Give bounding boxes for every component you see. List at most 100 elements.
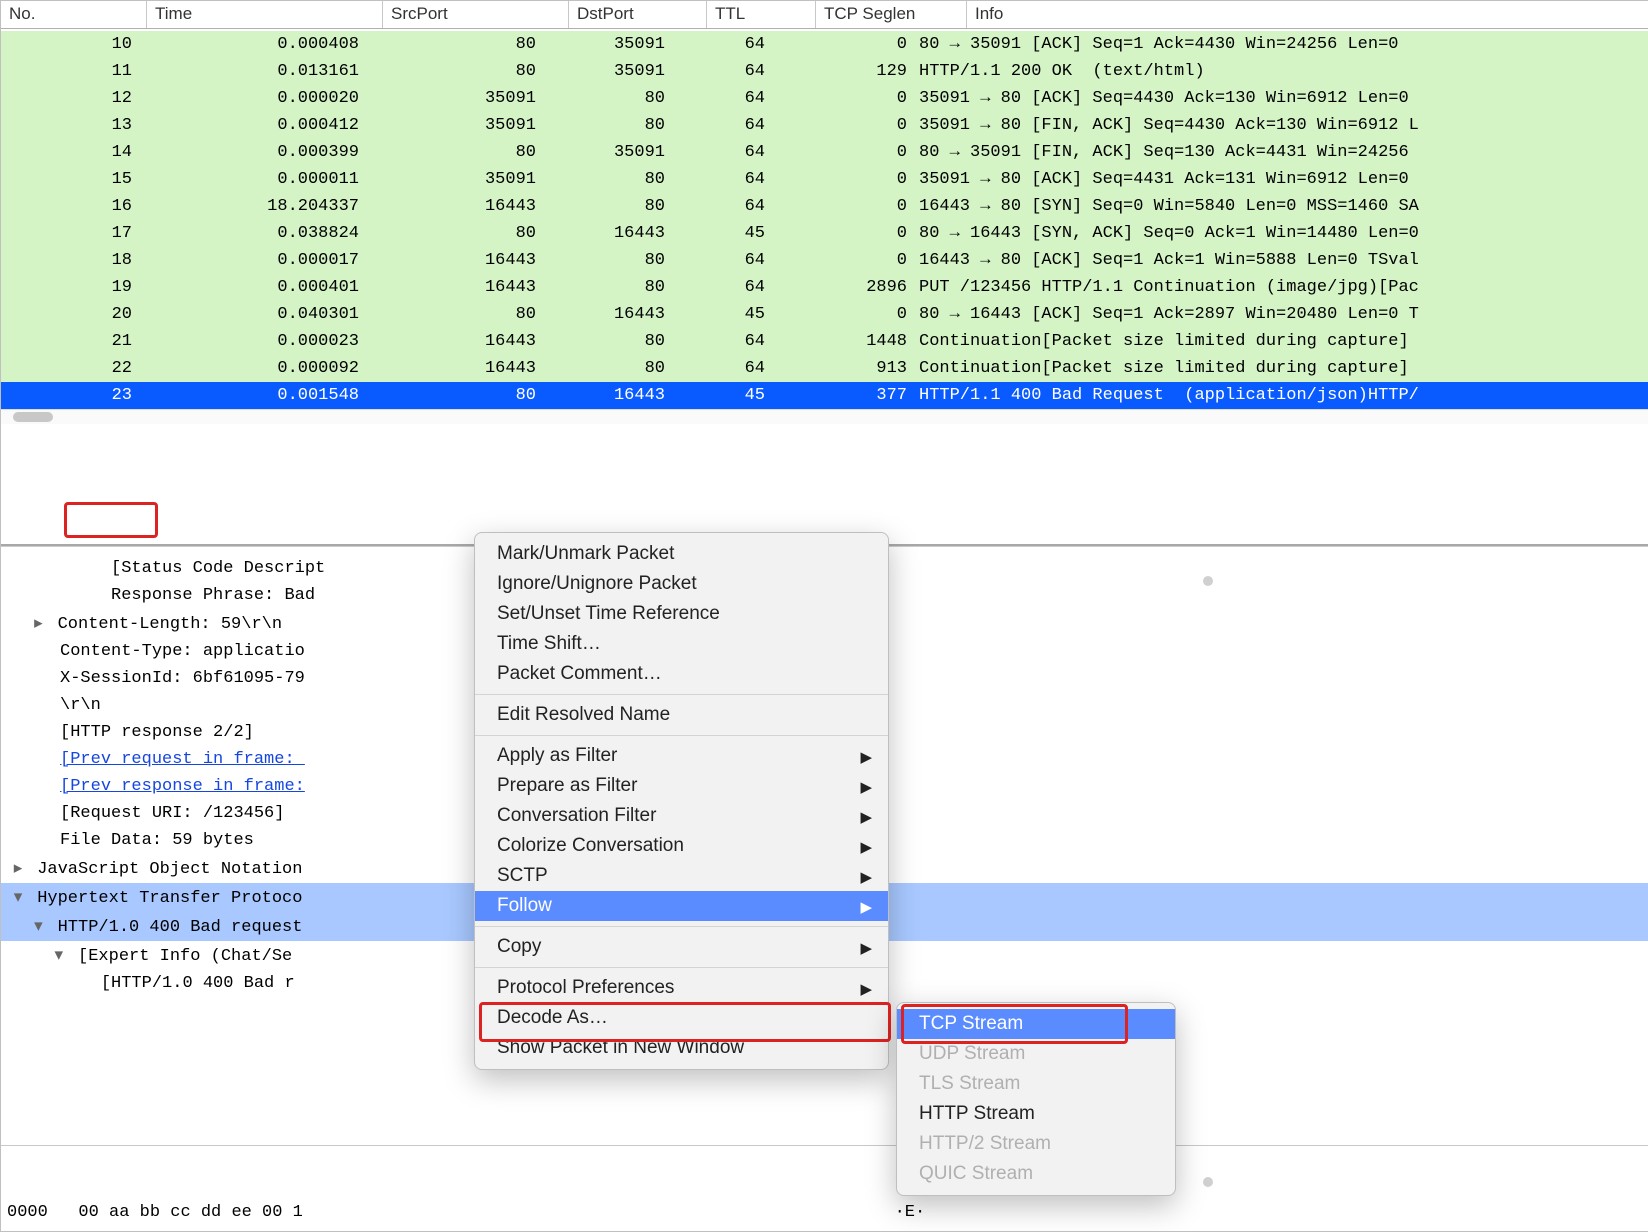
- packet-row[interactable]: 120.000020350918064035091 → 80 [ACK] Seq…: [1, 85, 1648, 112]
- cell: 0: [771, 301, 913, 328]
- cell: 16443 → 80 [SYN] Seq=0 Win=5840 Len=0 MS…: [913, 193, 1648, 220]
- col-no[interactable]: No.: [1, 1, 147, 28]
- menu-separator: [475, 735, 888, 736]
- horizontal-scrollbar[interactable]: [1, 409, 1648, 424]
- menu-protocol-preferences[interactable]: Protocol Preferences▶: [475, 973, 888, 1003]
- cell: 0.001548: [138, 382, 365, 409]
- col-src[interactable]: SrcPort: [383, 1, 569, 28]
- cell: 64: [671, 328, 771, 355]
- prev-request-link[interactable]: [Prev request in frame:: [60, 750, 305, 769]
- cell: 2896: [771, 274, 913, 301]
- submenu-tcp-stream[interactable]: TCP Stream: [897, 1009, 1175, 1039]
- splitter-handle[interactable]: [1203, 1177, 1213, 1187]
- cell: 64: [671, 193, 771, 220]
- submenu-http-stream[interactable]: HTTP Stream: [897, 1099, 1175, 1129]
- packet-row[interactable]: 100.000408803509164080 → 35091 [ACK] Seq…: [1, 31, 1648, 58]
- menu-separator: [475, 926, 888, 927]
- wireshark-window: No. Time SrcPort DstPort TTL TCP Seglen …: [0, 0, 1648, 1232]
- cell: 64: [671, 355, 771, 382]
- collapse-icon[interactable]: ▾: [29, 912, 47, 939]
- menu-packet-comment[interactable]: Packet Comment…: [475, 659, 888, 689]
- cell: 0: [771, 85, 913, 112]
- packet-row[interactable]: 150.000011350918064035091 → 80 [ACK] Seq…: [1, 166, 1648, 193]
- col-info[interactable]: Info: [967, 1, 1648, 28]
- cell: 19: [1, 274, 138, 301]
- cell: 20: [1, 301, 138, 328]
- expand-icon[interactable]: ▸: [9, 854, 27, 881]
- hex-pane[interactable]: 0000 00 aa bb cc dd ee 00 1 ·E· 0010 01 …: [1, 1145, 1648, 1232]
- col-seg[interactable]: TCP Seglen: [816, 1, 967, 28]
- packet-row[interactable]: 210.0000231644380641448Continuation[Pack…: [1, 328, 1648, 355]
- menu-conversation-filter[interactable]: Conversation Filter▶: [475, 801, 888, 831]
- col-ttl[interactable]: TTL: [707, 1, 816, 28]
- menu-colorize-conversation[interactable]: Colorize Conversation▶: [475, 831, 888, 861]
- cell: 0.000408: [138, 31, 365, 58]
- menu-set-time-reference[interactable]: Set/Unset Time Reference: [475, 599, 888, 629]
- cell: 16443: [365, 274, 542, 301]
- cell: 0: [771, 247, 913, 274]
- follow-submenu[interactable]: TCP Stream UDP Stream TLS Stream HTTP St…: [896, 1002, 1176, 1196]
- collapse-icon[interactable]: ▾: [50, 941, 68, 968]
- menu-follow[interactable]: Follow▶: [475, 891, 888, 921]
- cell: 45: [671, 220, 771, 247]
- cell: 64: [671, 247, 771, 274]
- submenu-tls-stream: TLS Stream: [897, 1069, 1175, 1099]
- cell: HTTP/1.1 200 OK (text/html): [913, 58, 1648, 85]
- submenu-arrow-icon: ▶: [860, 838, 872, 856]
- cell: 80: [542, 166, 671, 193]
- col-time[interactable]: Time: [147, 1, 383, 28]
- hex-row[interactable]: 0000 00 aa bb cc dd ee 00 1 ·E·: [7, 1200, 1643, 1225]
- cell: 80: [542, 355, 671, 382]
- packet-row[interactable]: 140.000399803509164080 → 35091 [FIN, ACK…: [1, 139, 1648, 166]
- cell: 0: [771, 112, 913, 139]
- cell: 0.000092: [138, 355, 365, 382]
- cell: 64: [671, 166, 771, 193]
- menu-mark[interactable]: Mark/Unmark Packet: [475, 539, 888, 569]
- packet-rows[interactable]: 100.000408803509164080 → 35091 [ACK] Seq…: [1, 29, 1648, 409]
- scroll-thumb[interactable]: [13, 412, 53, 422]
- cell: 12: [1, 85, 138, 112]
- cell: 11: [1, 58, 138, 85]
- menu-decode-as[interactable]: Decode As…: [475, 1003, 888, 1033]
- context-menu[interactable]: Mark/Unmark Packet Ignore/Unignore Packe…: [474, 532, 889, 1070]
- menu-prepare-as-filter[interactable]: Prepare as Filter▶: [475, 771, 888, 801]
- packet-row[interactable]: 200.040301801644345080 → 16443 [ACK] Seq…: [1, 301, 1648, 328]
- cell: 16443: [542, 382, 671, 409]
- packet-row[interactable]: 180.000017164438064016443 → 80 [ACK] Seq…: [1, 247, 1648, 274]
- cell: 16443 → 80 [ACK] Seq=1 Ack=1 Win=5888 Le…: [913, 247, 1648, 274]
- menu-time-shift[interactable]: Time Shift…: [475, 629, 888, 659]
- menu-show-in-new-window[interactable]: Show Packet in New Window: [475, 1033, 888, 1063]
- cell: 80 → 16443 [SYN, ACK] Seq=0 Ack=1 Win=14…: [913, 220, 1648, 247]
- packet-row[interactable]: 220.000092164438064913Continuation[Packe…: [1, 355, 1648, 382]
- packet-row[interactable]: 110.013161803509164129HTTP/1.1 200 OK (t…: [1, 58, 1648, 85]
- collapse-icon[interactable]: ▾: [9, 883, 27, 910]
- cell: 80: [365, 301, 542, 328]
- cell: 0: [771, 220, 913, 247]
- cell: 129: [771, 58, 913, 85]
- cell: 64: [671, 58, 771, 85]
- cell: 0.000412: [138, 112, 365, 139]
- menu-apply-as-filter[interactable]: Apply as Filter▶: [475, 741, 888, 771]
- menu-ignore[interactable]: Ignore/Unignore Packet: [475, 569, 888, 599]
- cell: 64: [671, 139, 771, 166]
- cell: 45: [671, 301, 771, 328]
- packet-row[interactable]: 230.001548801644345377HTTP/1.1 400 Bad R…: [1, 382, 1648, 409]
- cell: 10: [1, 31, 138, 58]
- expand-icon[interactable]: ▸: [29, 609, 47, 636]
- menu-copy[interactable]: Copy▶: [475, 932, 888, 962]
- col-dst[interactable]: DstPort: [569, 1, 707, 28]
- cell: 16443: [542, 220, 671, 247]
- packet-row[interactable]: 190.0004011644380642896PUT /123456 HTTP/…: [1, 274, 1648, 301]
- cell: 377: [771, 382, 913, 409]
- packet-list-header[interactable]: No. Time SrcPort DstPort TTL TCP Seglen …: [1, 1, 1648, 29]
- menu-sctp[interactable]: SCTP▶: [475, 861, 888, 891]
- splitter-handle[interactable]: [1203, 576, 1213, 586]
- packet-row[interactable]: 1618.204337164438064016443 → 80 [SYN] Se…: [1, 193, 1648, 220]
- prev-response-link[interactable]: [Prev response in frame:: [60, 777, 305, 796]
- cell: 18: [1, 247, 138, 274]
- packet-row[interactable]: 130.000412350918064035091 → 80 [FIN, ACK…: [1, 112, 1648, 139]
- cell: 0.000401: [138, 274, 365, 301]
- packet-row[interactable]: 170.038824801644345080 → 16443 [SYN, ACK…: [1, 220, 1648, 247]
- menu-edit-resolved-name[interactable]: Edit Resolved Name: [475, 700, 888, 730]
- packet-list-pane[interactable]: No. Time SrcPort DstPort TTL TCP Seglen …: [1, 1, 1648, 546]
